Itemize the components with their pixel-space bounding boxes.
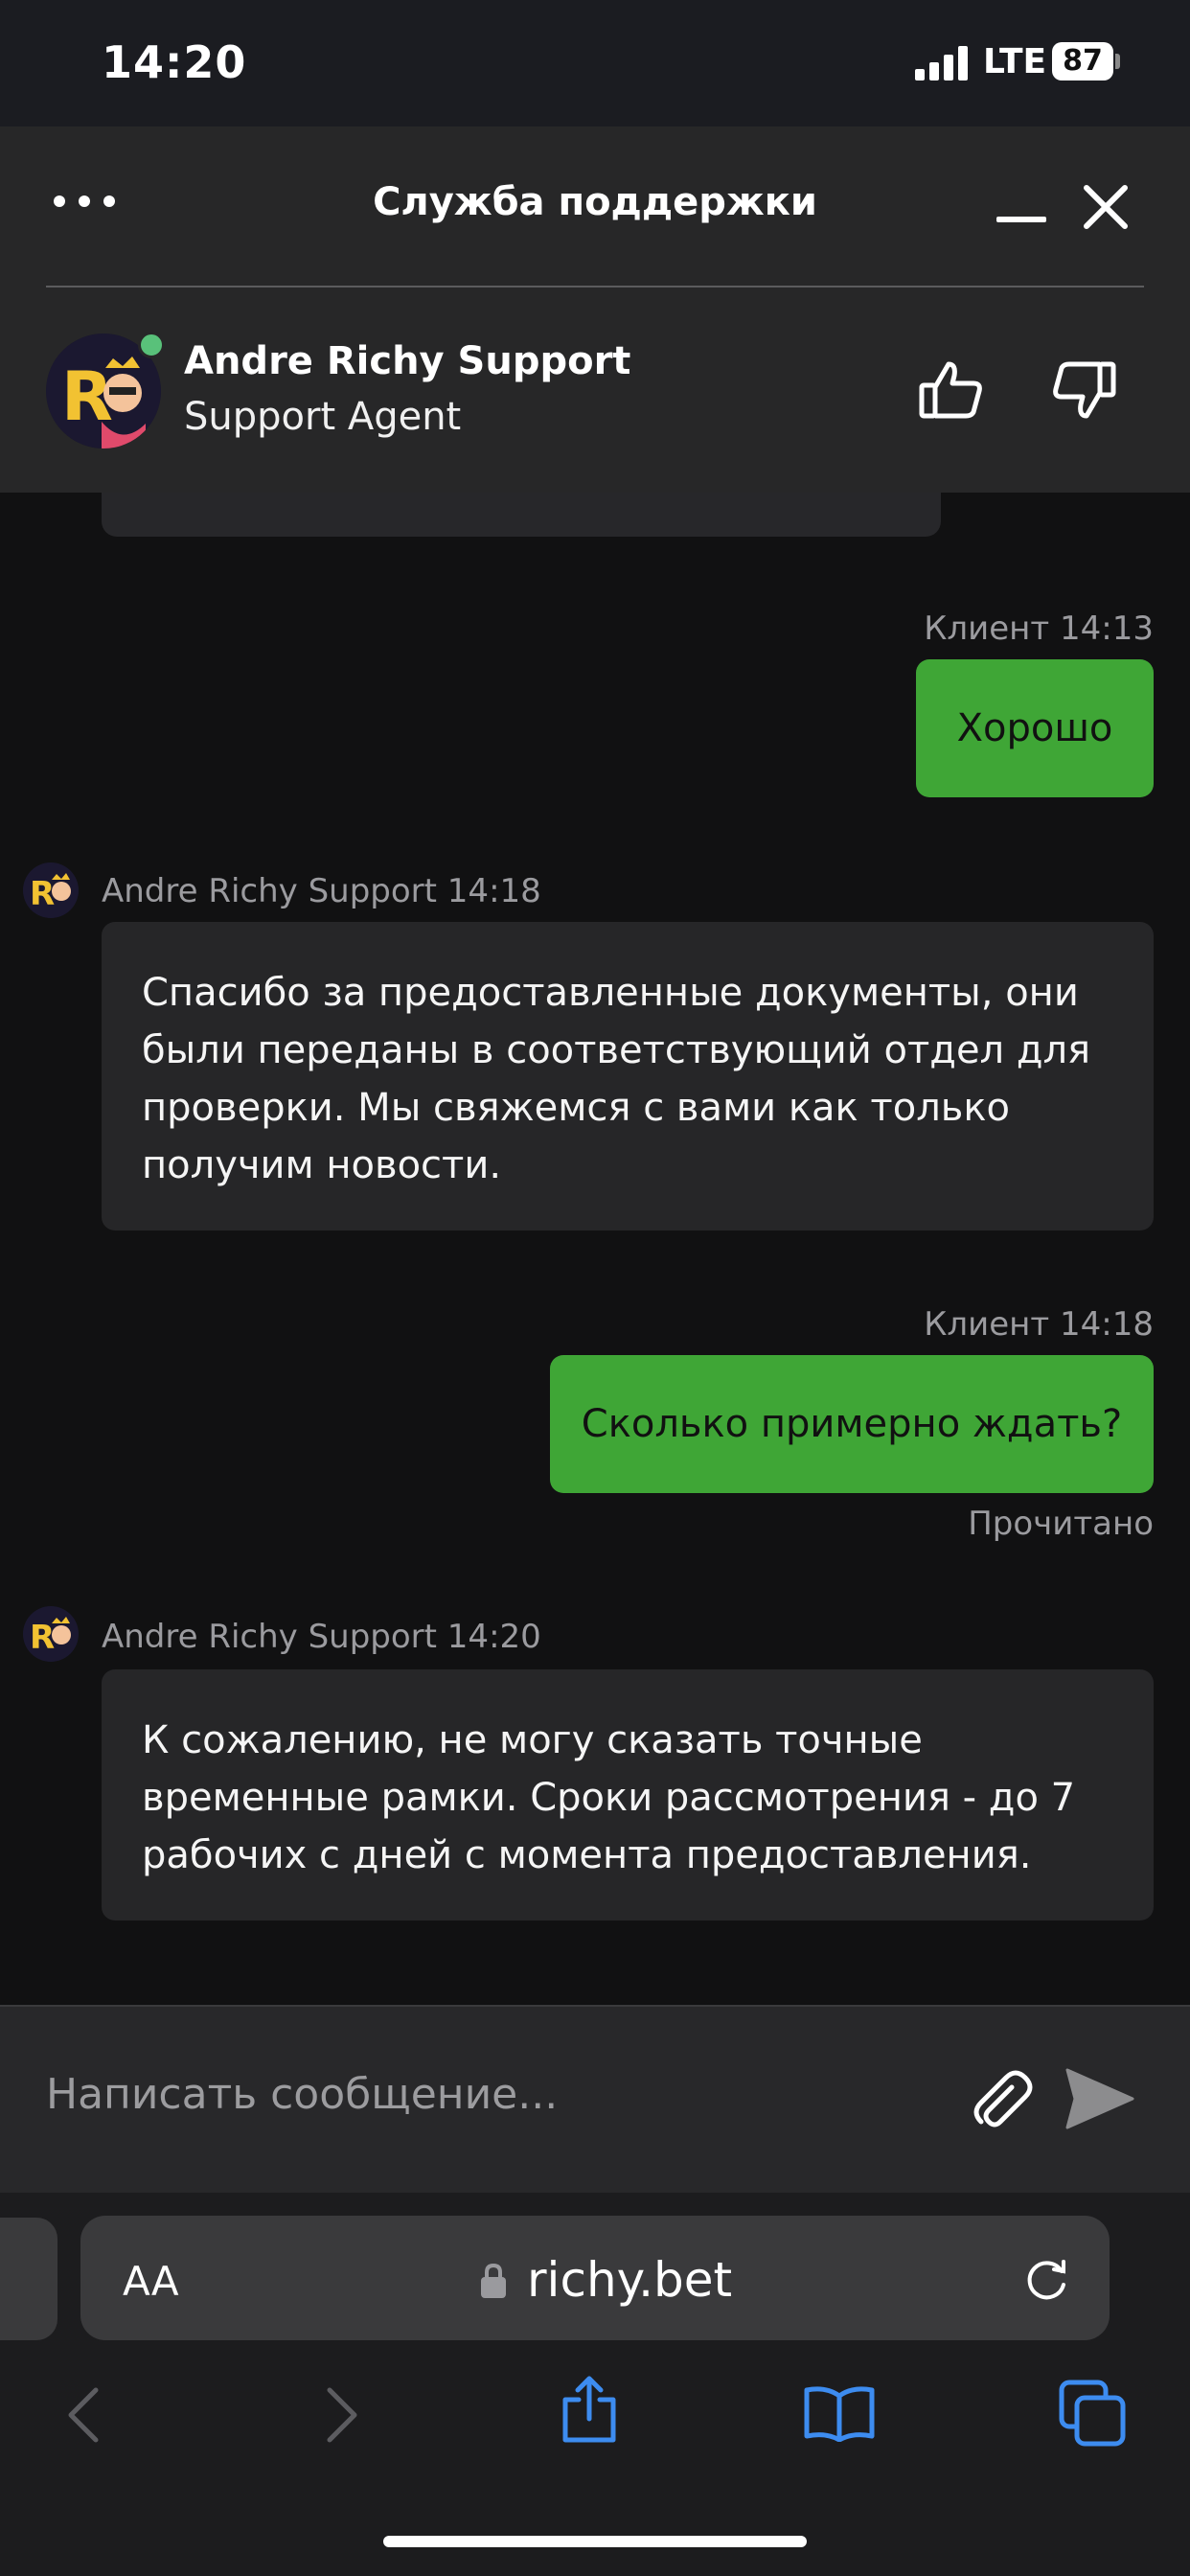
message-meta: Клиент 14:13 <box>924 610 1154 648</box>
tabs-icon[interactable] <box>1058 2379 1127 2451</box>
previous-message-bubble <box>102 493 941 537</box>
minimize-icon[interactable] <box>996 188 1050 222</box>
agent-message-bubble: К сожалению, не могу сказать точные врем… <box>102 1669 1154 1920</box>
battery-tip <box>1115 54 1120 69</box>
attach-icon[interactable] <box>968 2066 1035 2133</box>
close-icon[interactable] <box>1081 182 1131 232</box>
back-icon[interactable] <box>61 2386 109 2448</box>
header-divider <box>46 286 1144 288</box>
online-status-dot <box>138 332 165 358</box>
status-time: 14:20 <box>102 36 247 88</box>
read-receipt: Прочитано <box>968 1505 1154 1543</box>
signal-icon <box>915 46 969 80</box>
message-meta: Andre Richy Support 14:20 <box>102 1618 541 1656</box>
network-label: LTE <box>983 42 1047 81</box>
agent-role: Support Agent <box>184 395 462 439</box>
client-message-bubble: Хорошо <box>916 659 1154 797</box>
home-indicator <box>383 2536 807 2547</box>
reload-icon[interactable] <box>1019 2254 1073 2308</box>
thumbs-down-icon[interactable] <box>1050 358 1117 426</box>
agent-mini-avatar: R <box>23 862 79 918</box>
previous-tab-preview[interactable] <box>0 2218 57 2340</box>
agent-name: Andre Richy Support <box>184 339 631 383</box>
battery-icon: 87 <box>1052 42 1113 80</box>
url-text[interactable]: richy.bet <box>527 2252 732 2308</box>
lock-icon <box>479 2262 508 2300</box>
svg-text:R: R <box>30 1619 55 1657</box>
message-input[interactable]: Написать сообщение... <box>46 2070 558 2119</box>
forward-icon[interactable] <box>316 2386 364 2448</box>
svg-text:R: R <box>30 875 55 913</box>
share-icon[interactable] <box>558 2375 621 2448</box>
bookmarks-icon[interactable] <box>803 2384 876 2446</box>
client-message-bubble: Сколько примерно ждать? <box>550 1355 1154 1493</box>
message-meta: Клиент 14:18 <box>924 1305 1154 1344</box>
agent-mini-avatar: R <box>23 1606 79 1662</box>
agent-message-bubble: Спасибо за предоставленные документы, он… <box>102 922 1154 1230</box>
message-meta: Andre Richy Support 14:18 <box>102 872 541 910</box>
send-icon[interactable] <box>1064 2062 1136 2135</box>
reader-settings-button[interactable]: AA <box>123 2258 179 2305</box>
thumbs-up-icon[interactable] <box>918 356 985 424</box>
